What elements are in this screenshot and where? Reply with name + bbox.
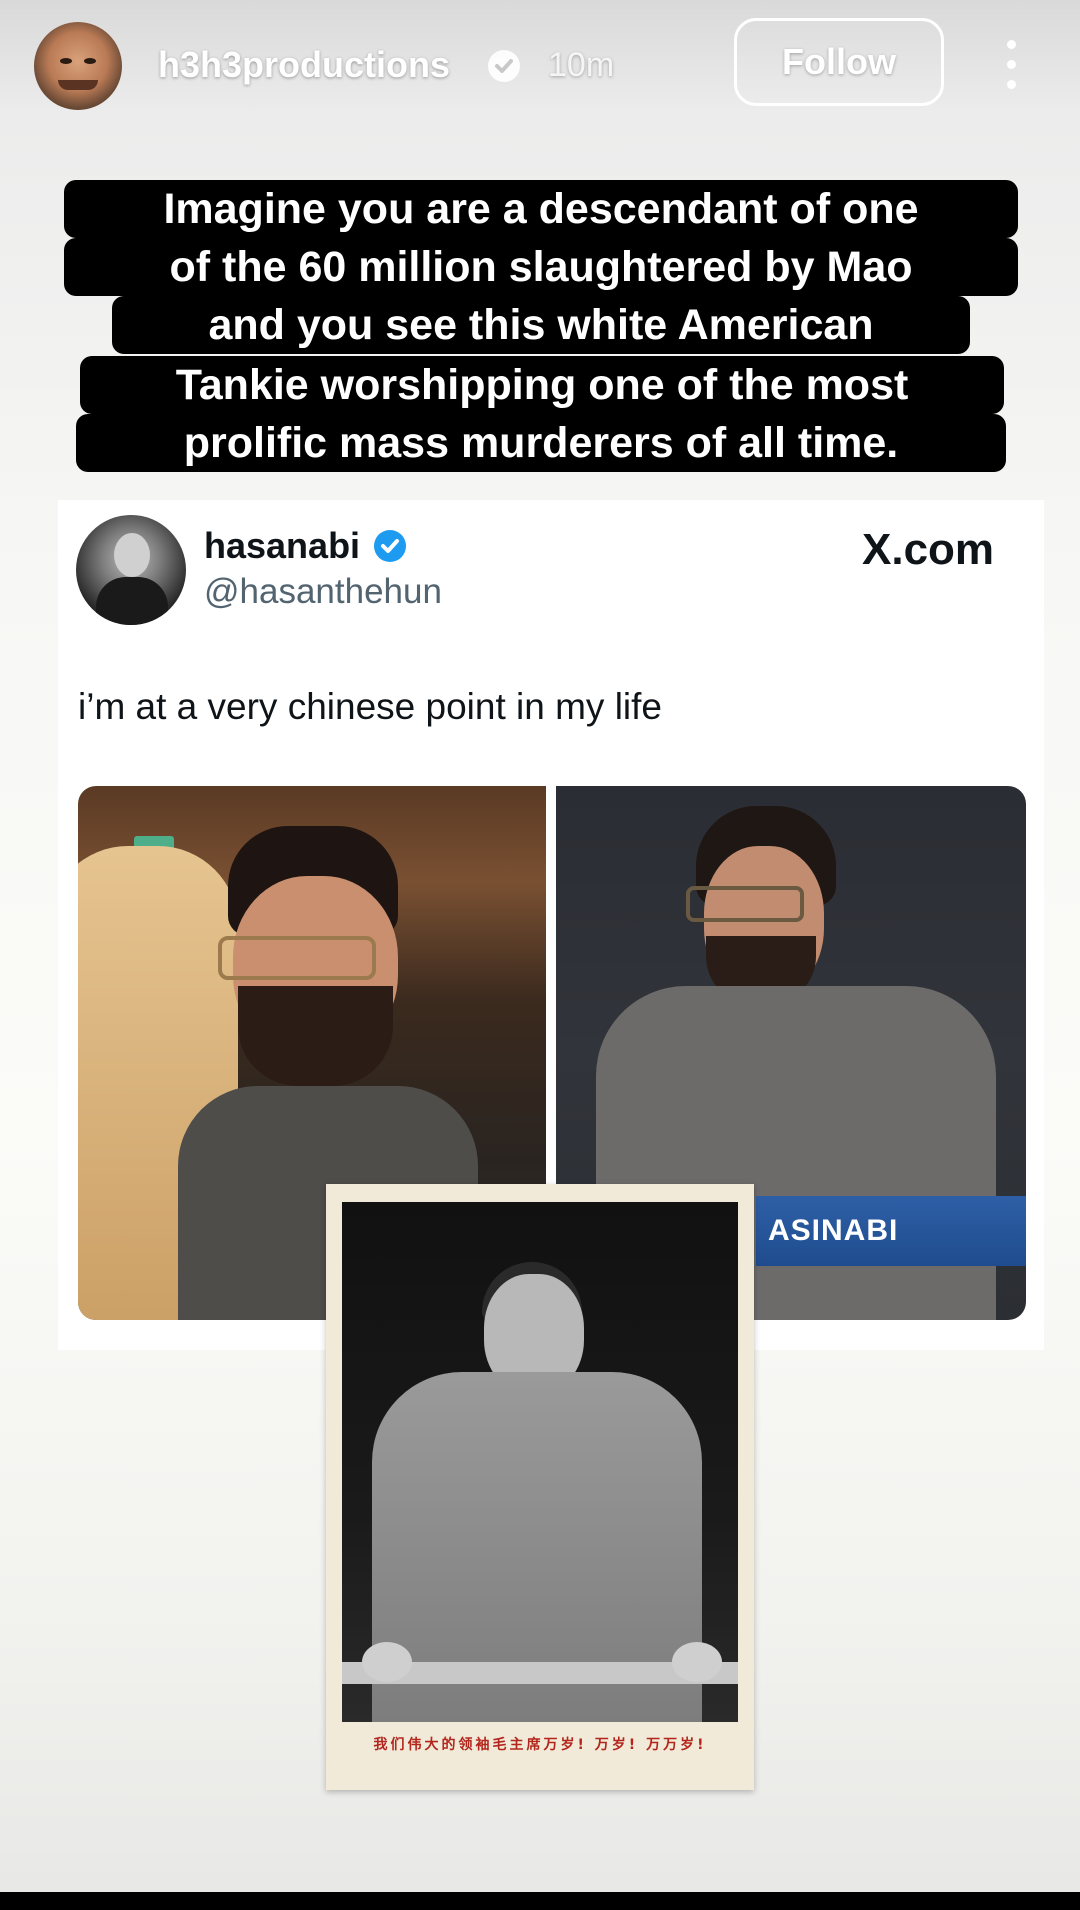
caption-line-2: of the 60 million slaughtered by Mao xyxy=(64,238,1018,296)
caption-line-1: Imagine you are a descendant of one xyxy=(64,180,1018,238)
profile-avatar[interactable] xyxy=(34,22,122,110)
tweet-author-handle: @hasanthehun xyxy=(204,572,442,611)
story-frame: h3h3productions 10m Follow Imagine you a… xyxy=(0,0,1080,1892)
mao-poster: 我们伟大的领袖毛主席万岁! 万岁! 万万岁! xyxy=(326,1184,754,1790)
bottom-bar xyxy=(0,1892,1080,1910)
more-options-icon[interactable] xyxy=(996,40,1026,90)
poster-slogan: 我们伟大的领袖毛主席万岁! 万岁! 万万岁! xyxy=(373,1737,707,1753)
caption-line-5: prolific mass murderers of all time. xyxy=(76,414,1006,472)
caption-line-4: Tankie worshipping one of the most xyxy=(80,356,1004,414)
caption-line-3: and you see this white American xyxy=(112,296,970,354)
tweet-author-name: hasanabi xyxy=(204,525,361,566)
post-time: 10m xyxy=(548,46,615,84)
x-verified-icon xyxy=(374,530,406,562)
tweet-avatar xyxy=(76,515,186,625)
poster-photo xyxy=(342,1202,738,1722)
nameplate-banner: ASINABI xyxy=(756,1196,1026,1266)
tweet-source: X.com xyxy=(862,525,995,574)
follow-button[interactable]: Follow xyxy=(734,18,944,106)
username[interactable]: h3h3productions xyxy=(158,44,450,86)
tweet-text: i’m at a very chinese point in my life xyxy=(78,686,663,727)
verified-badge-icon xyxy=(488,50,520,82)
